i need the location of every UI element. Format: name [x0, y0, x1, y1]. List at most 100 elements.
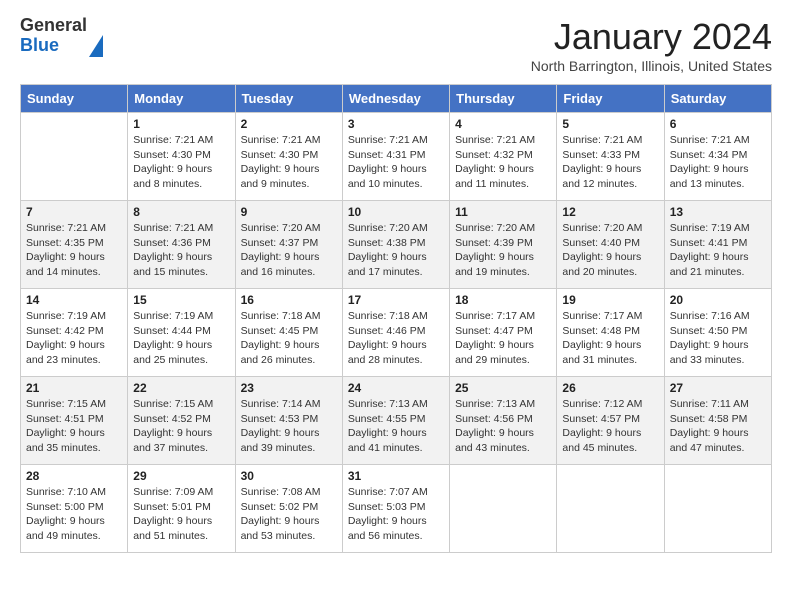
day-detail: Sunrise: 7:12 AMSunset: 4:57 PMDaylight:… [562, 397, 658, 456]
day-number: 14 [26, 293, 122, 307]
calendar-cell: 30Sunrise: 7:08 AMSunset: 5:02 PMDayligh… [235, 465, 342, 553]
calendar-cell [21, 113, 128, 201]
calendar-cell: 13 Sunrise: 7:19 AMSunset: 4:41 PMDayligh… [664, 201, 771, 289]
day-detail: Sunrise: 7:20 AMSunset: 4:38 PMDaylight:… [348, 221, 444, 280]
month-title: January 2024 [531, 16, 772, 58]
day-number: 24 [348, 381, 444, 395]
day-number: 19 [562, 293, 658, 307]
calendar-cell: 15 Sunrise: 7:19 AMSunset: 4:44 PMDayligh… [128, 289, 235, 377]
calendar-cell: 7 Sunrise: 7:21 AMSunset: 4:35 PMDaylight… [21, 201, 128, 289]
day-number: 8 [133, 205, 229, 219]
day-detail: Sunrise: 7:16 AMSunset: 4:50 PMDaylight:… [670, 309, 766, 368]
weekday-header-friday: Friday [557, 85, 664, 113]
day-detail: Sunrise: 7:21 AMSunset: 4:31 PMDaylight:… [348, 133, 444, 192]
day-number: 17 [348, 293, 444, 307]
day-number: 22 [133, 381, 229, 395]
day-number: 18 [455, 293, 551, 307]
logo-text-block: General Blue [20, 16, 103, 56]
calendar-cell: 2 Sunrise: 7:21 AMSunset: 4:30 PMDaylight… [235, 113, 342, 201]
day-number: 26 [562, 381, 658, 395]
day-detail: Sunrise: 7:17 AMSunset: 4:47 PMDaylight:… [455, 309, 551, 368]
day-detail: Sunrise: 7:19 AMSunset: 4:44 PMDaylight:… [133, 309, 229, 368]
calendar-table: SundayMondayTuesdayWednesdayThursdayFrid… [20, 84, 772, 553]
day-detail: Sunrise: 7:09 AMSunset: 5:01 PMDaylight:… [133, 485, 229, 544]
calendar-cell: 14Sunrise: 7:19 AMSunset: 4:42 PMDayligh… [21, 289, 128, 377]
day-number: 10 [348, 205, 444, 219]
logo-general: General [20, 15, 87, 35]
title-block: January 2024 North Barrington, Illinois,… [531, 16, 772, 74]
calendar-cell [557, 465, 664, 553]
day-detail: Sunrise: 7:18 AMSunset: 4:45 PMDaylight:… [241, 309, 337, 368]
day-detail: Sunrise: 7:21 AMSunset: 4:35 PMDaylight:… [26, 221, 122, 280]
day-number: 5 [562, 117, 658, 131]
day-detail: Sunrise: 7:11 AMSunset: 4:58 PMDaylight:… [670, 397, 766, 456]
calendar-cell: 8Sunrise: 7:21 AMSunset: 4:36 PMDaylight… [128, 201, 235, 289]
day-number: 31 [348, 469, 444, 483]
calendar-cell: 19Sunrise: 7:17 AMSunset: 4:48 PMDayligh… [557, 289, 664, 377]
location-title: North Barrington, Illinois, United State… [531, 58, 772, 74]
calendar-cell: 1Sunrise: 7:21 AMSunset: 4:30 PMDaylight… [128, 113, 235, 201]
day-number: 1 [133, 117, 229, 131]
weekday-header-wednesday: Wednesday [342, 85, 449, 113]
day-detail: Sunrise: 7:21 AMSunset: 4:30 PMDaylight:… [241, 133, 337, 192]
day-number: 12 [562, 205, 658, 219]
calendar-cell: 10 Sunrise: 7:20 AMSunset: 4:38 PMDayligh… [342, 201, 449, 289]
day-number: 7 [26, 205, 122, 219]
calendar-cell: 18 Sunrise: 7:17 AMSunset: 4:47 PMDayligh… [450, 289, 557, 377]
calendar-cell: 23 Sunrise: 7:14 AMSunset: 4:53 PMDayligh… [235, 377, 342, 465]
day-number: 2 [241, 117, 337, 131]
calendar-cell: 12 Sunrise: 7:20 AMSunset: 4:40 PMDayligh… [557, 201, 664, 289]
day-detail: Sunrise: 7:14 AMSunset: 4:53 PMDaylight:… [241, 397, 337, 456]
calendar-cell: 31 Sunrise: 7:07 AMSunset: 5:03 PMDayligh… [342, 465, 449, 553]
calendar-cell: 16 Sunrise: 7:18 AMSunset: 4:45 PMDayligh… [235, 289, 342, 377]
weekday-header-saturday: Saturday [664, 85, 771, 113]
day-number: 28 [26, 469, 122, 483]
day-number: 16 [241, 293, 337, 307]
day-detail: Sunrise: 7:19 AMSunset: 4:41 PMDaylight:… [670, 221, 766, 280]
weekday-header-sunday: Sunday [21, 85, 128, 113]
page-header: General Blue January 2024 North Barringt… [20, 16, 772, 74]
calendar-cell: 20 Sunrise: 7:16 AMSunset: 4:50 PMDayligh… [664, 289, 771, 377]
day-number: 29 [133, 469, 229, 483]
day-number: 11 [455, 205, 551, 219]
day-number: 9 [241, 205, 337, 219]
day-detail: Sunrise: 7:21 AMSunset: 4:34 PMDaylight:… [670, 133, 766, 192]
calendar-cell: 28Sunrise: 7:10 AMSunset: 5:00 PMDayligh… [21, 465, 128, 553]
calendar-week-row: 14Sunrise: 7:19 AMSunset: 4:42 PMDayligh… [21, 289, 772, 377]
day-number: 3 [348, 117, 444, 131]
day-detail: Sunrise: 7:21 AMSunset: 4:33 PMDaylight:… [562, 133, 658, 192]
day-number: 15 [133, 293, 229, 307]
logo: General Blue [20, 16, 103, 56]
calendar-week-row: 7 Sunrise: 7:21 AMSunset: 4:35 PMDaylight… [21, 201, 772, 289]
weekday-header-row: SundayMondayTuesdayWednesdayThursdayFrid… [21, 85, 772, 113]
day-number: 20 [670, 293, 766, 307]
day-detail: Sunrise: 7:08 AMSunset: 5:02 PMDaylight:… [241, 485, 337, 544]
calendar-cell: 9 Sunrise: 7:20 AMSunset: 4:37 PMDaylight… [235, 201, 342, 289]
calendar-cell [450, 465, 557, 553]
day-detail: Sunrise: 7:20 AMSunset: 4:40 PMDaylight:… [562, 221, 658, 280]
day-detail: Sunrise: 7:07 AMSunset: 5:03 PMDaylight:… [348, 485, 444, 544]
logo-blue: Blue [20, 35, 59, 55]
day-number: 23 [241, 381, 337, 395]
calendar-week-row: 28Sunrise: 7:10 AMSunset: 5:00 PMDayligh… [21, 465, 772, 553]
day-number: 13 [670, 205, 766, 219]
calendar-cell: 17 Sunrise: 7:18 AMSunset: 4:46 PMDayligh… [342, 289, 449, 377]
calendar-cell: 25 Sunrise: 7:13 AMSunset: 4:56 PMDayligh… [450, 377, 557, 465]
calendar-week-row: 21Sunrise: 7:15 AMSunset: 4:51 PMDayligh… [21, 377, 772, 465]
calendar-cell: 27 Sunrise: 7:11 AMSunset: 4:58 PMDayligh… [664, 377, 771, 465]
day-detail: Sunrise: 7:13 AMSunset: 4:56 PMDaylight:… [455, 397, 551, 456]
day-number: 25 [455, 381, 551, 395]
weekday-header-monday: Monday [128, 85, 235, 113]
day-detail: Sunrise: 7:18 AMSunset: 4:46 PMDaylight:… [348, 309, 444, 368]
day-number: 27 [670, 381, 766, 395]
logo-triangle-icon [89, 15, 103, 57]
calendar-cell: 6Sunrise: 7:21 AMSunset: 4:34 PMDaylight… [664, 113, 771, 201]
weekday-header-tuesday: Tuesday [235, 85, 342, 113]
calendar-cell: 24Sunrise: 7:13 AMSunset: 4:55 PMDayligh… [342, 377, 449, 465]
calendar-cell: 11Sunrise: 7:20 AMSunset: 4:39 PMDayligh… [450, 201, 557, 289]
calendar-cell: 4Sunrise: 7:21 AMSunset: 4:32 PMDaylight… [450, 113, 557, 201]
calendar-cell: 3 Sunrise: 7:21 AMSunset: 4:31 PMDaylight… [342, 113, 449, 201]
day-number: 4 [455, 117, 551, 131]
day-detail: Sunrise: 7:20 AMSunset: 4:37 PMDaylight:… [241, 221, 337, 280]
day-detail: Sunrise: 7:15 AMSunset: 4:51 PMDaylight:… [26, 397, 122, 456]
